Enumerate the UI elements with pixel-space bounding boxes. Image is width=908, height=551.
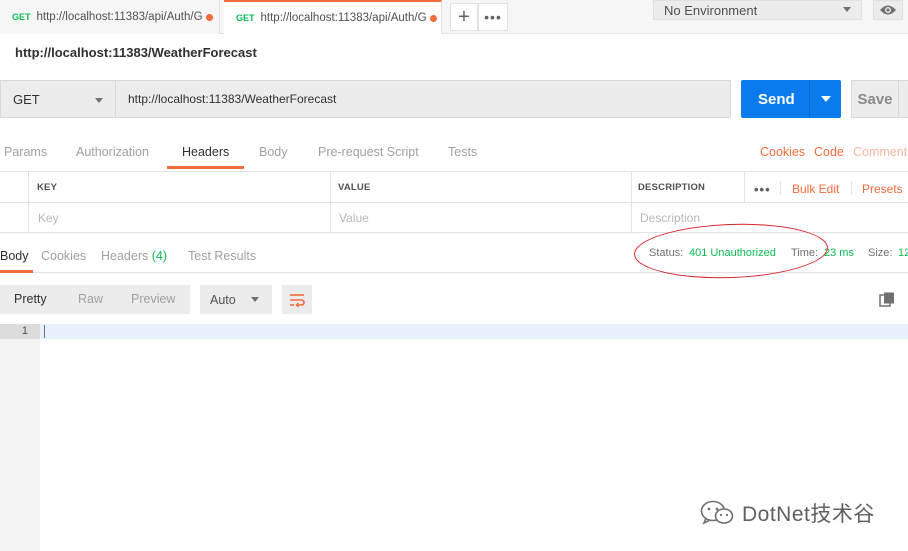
format-select[interactable]: Auto bbox=[200, 285, 272, 314]
request-tab-2[interactable]: GET http://localhost:11383/api/Auth/GetT… bbox=[224, 0, 442, 34]
environment-quick-look-button[interactable] bbox=[873, 0, 903, 20]
chevron-down-icon bbox=[843, 7, 851, 12]
line-number: 1 bbox=[0, 324, 40, 339]
cookies-link[interactable]: Cookies bbox=[760, 145, 805, 159]
time-value[interactable]: 23 ms bbox=[824, 247, 854, 259]
tab-more-button[interactable]: ••• bbox=[478, 3, 508, 31]
active-response-tab-indicator bbox=[0, 270, 33, 273]
format-value: Auto bbox=[210, 292, 236, 307]
chevron-down-icon bbox=[95, 98, 103, 103]
tab-params[interactable]: Params bbox=[4, 145, 47, 159]
response-tab-headers[interactable]: Headers (4) bbox=[101, 249, 167, 263]
code-link[interactable]: Code bbox=[814, 145, 844, 159]
columns-more-button[interactable]: ••• bbox=[754, 182, 771, 197]
watermark-text: DotNet技术谷 bbox=[742, 503, 875, 526]
column-header-description: DESCRIPTION bbox=[638, 182, 706, 193]
editor-active-line[interactable] bbox=[40, 324, 908, 339]
tab-tests[interactable]: Tests bbox=[448, 145, 477, 159]
headers-count: (4) bbox=[151, 249, 168, 263]
tab-body[interactable]: Body bbox=[259, 145, 288, 159]
new-tab-plus-icon[interactable]: + bbox=[450, 3, 478, 31]
environment-select[interactable]: No Environment bbox=[653, 0, 862, 20]
unsaved-dot-icon bbox=[429, 14, 437, 22]
eye-icon bbox=[880, 5, 896, 15]
table-row-divider bbox=[0, 202, 908, 203]
column-header-value: VALUE bbox=[338, 182, 371, 193]
editor-gutter bbox=[0, 324, 40, 551]
save-options-button[interactable] bbox=[899, 80, 908, 118]
value-input[interactable]: Value bbox=[339, 211, 369, 225]
watermark: DotNet技术谷 bbox=[700, 498, 875, 528]
response-tab-body[interactable]: Body bbox=[0, 249, 29, 263]
url-input[interactable]: http://localhost:11383/WeatherForecast bbox=[115, 80, 731, 118]
divider bbox=[851, 181, 852, 195]
tab-url: http://localhost:11383/api/Auth/GetToken bbox=[260, 12, 427, 24]
tab-authorization[interactable]: Authorization bbox=[76, 145, 149, 159]
active-tab-indicator bbox=[167, 166, 244, 169]
send-button[interactable]: Send bbox=[741, 80, 809, 118]
tab-headers[interactable]: Headers bbox=[182, 145, 229, 159]
raw-button[interactable]: Raw bbox=[78, 292, 103, 306]
comments-link[interactable]: Comments bbox=[853, 145, 908, 159]
wechat-logo-icon bbox=[700, 500, 734, 525]
chevron-down-icon bbox=[251, 297, 259, 302]
environment-selected: No Environment bbox=[664, 2, 758, 18]
headers-table: KEY VALUE DESCRIPTION ••• Bulk Edit Pres… bbox=[0, 171, 908, 233]
description-input[interactable]: Description bbox=[640, 211, 700, 225]
tab-url: http://localhost:11383/api/Auth/GetToken bbox=[36, 11, 203, 23]
key-input[interactable]: Key bbox=[38, 211, 59, 225]
editor-cursor bbox=[44, 325, 45, 338]
unsaved-dot-icon bbox=[205, 13, 213, 21]
size-label: Size: bbox=[868, 247, 893, 259]
bulk-edit-link[interactable]: Bulk Edit bbox=[792, 182, 839, 196]
copy-icon[interactable] bbox=[879, 292, 895, 307]
tab-method: GET bbox=[236, 13, 255, 23]
send-options-button[interactable] bbox=[809, 80, 841, 118]
presets-link[interactable]: Presets bbox=[862, 182, 903, 196]
method-value: GET bbox=[13, 91, 40, 107]
response-tab-cookies[interactable]: Cookies bbox=[41, 249, 86, 263]
divider bbox=[780, 181, 781, 195]
column-header-key: KEY bbox=[37, 182, 58, 193]
tab-method: GET bbox=[12, 12, 31, 22]
response-tab-test-results[interactable]: Test Results bbox=[188, 249, 256, 263]
save-button[interactable]: Save bbox=[851, 80, 899, 118]
response-tab-headers-label: Headers bbox=[101, 249, 149, 263]
method-select[interactable]: GET bbox=[0, 80, 116, 118]
size-value[interactable]: 12 bbox=[898, 247, 908, 259]
preview-button[interactable]: Preview bbox=[131, 292, 175, 306]
wrap-lines-icon bbox=[290, 293, 305, 307]
url-value: http://localhost:11383/WeatherForecast bbox=[128, 92, 337, 106]
request-tab-1[interactable]: GET http://localhost:11383/api/Auth/GetT… bbox=[0, 0, 220, 34]
request-title[interactable]: http://localhost:11383/WeatherForecast bbox=[15, 45, 257, 60]
chevron-down-icon bbox=[820, 96, 831, 102]
wrap-lines-button[interactable] bbox=[282, 285, 312, 314]
tab-pre-request-script[interactable]: Pre-request Script bbox=[318, 145, 419, 159]
pretty-button[interactable]: Pretty bbox=[14, 292, 47, 306]
